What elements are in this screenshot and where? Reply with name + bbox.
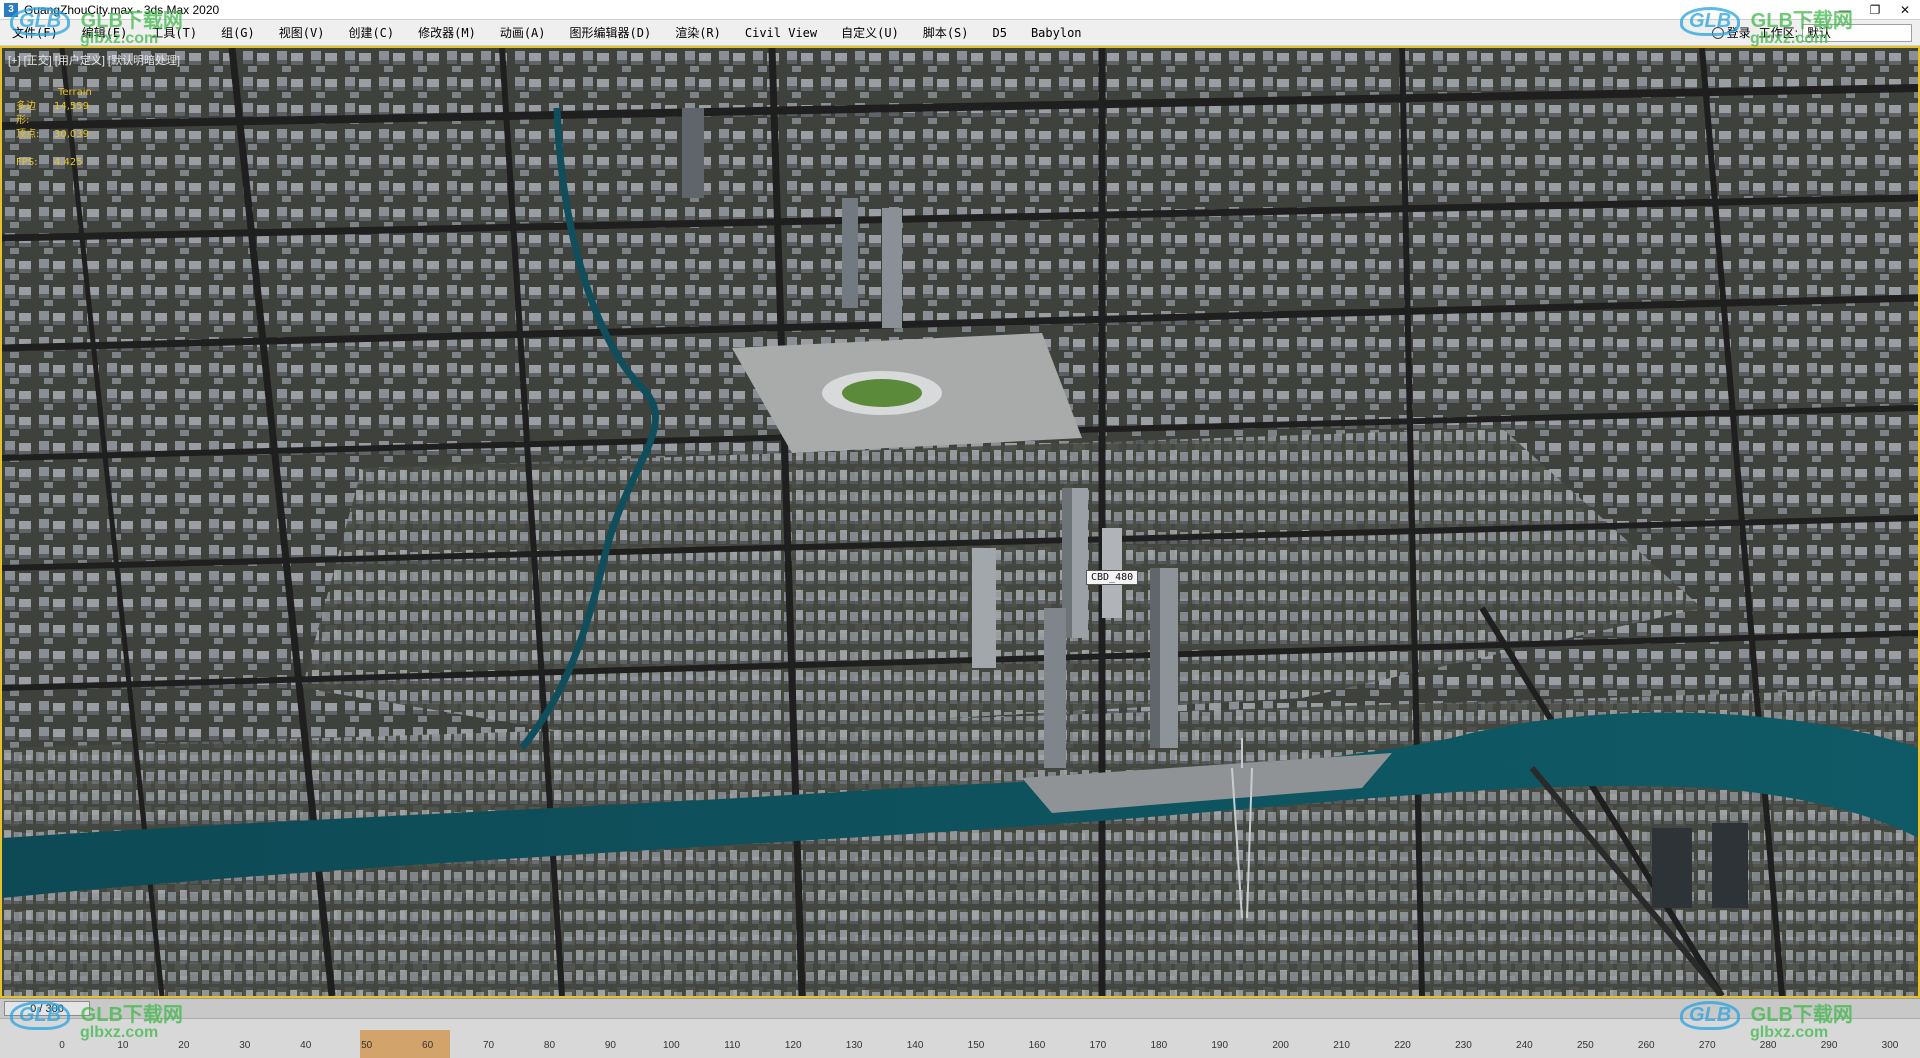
timeline-tick-label: 300 <box>1881 1040 1899 1051</box>
menu-customize[interactable]: 自定义(U) <box>829 24 911 41</box>
menu-group[interactable]: 组(G) <box>209 24 267 41</box>
timeline-tick-label: 270 <box>1698 1040 1716 1051</box>
title-bar: 3 GuangZhouCity.max - 3ds Max 2020 — ❐ ✕ <box>0 0 1920 20</box>
stats-vert-label: 顶点: <box>16 129 40 140</box>
menu-right-area: 登录 工作区: 默认 <box>1711 23 1920 42</box>
timeline-tick-label: 90 <box>604 1040 616 1051</box>
timeline-tick-label: 100 <box>662 1040 680 1051</box>
timeline-tick-label: 200 <box>1272 1040 1289 1051</box>
menu-animation[interactable]: 动画(A) <box>488 24 558 41</box>
window-title: GuangZhouCity.max - 3ds Max 2020 <box>24 2 220 17</box>
timeline-tick-label: 260 <box>1637 1040 1655 1051</box>
timeline-tick-label: 20 <box>178 1040 190 1051</box>
timeline-tick-label: 180 <box>1150 1040 1168 1051</box>
stats-object-name: Terrain <box>58 87 92 98</box>
viewport-statistics: Terrain 多边形: 14,559 顶点: 30,039 FPS: 4.42… <box>16 86 92 170</box>
menu-edit[interactable]: 编辑(E) <box>70 24 140 41</box>
timeline-tick-label: 290 <box>1820 1040 1838 1051</box>
timeline-tick-label: 220 <box>1394 1040 1411 1051</box>
timeline-tick-label: 280 <box>1759 1040 1777 1051</box>
menu-tools[interactable]: 工具(T) <box>139 24 209 41</box>
city-3d-scene[interactable] <box>2 48 1918 996</box>
timeline-tick-label: 140 <box>906 1040 924 1051</box>
user-icon <box>1711 26 1724 39</box>
menu-rendering[interactable]: 渲染(R) <box>663 24 733 41</box>
time-slider-bar: 0 / 300 <box>0 998 1920 1018</box>
timeline-tick-label: 210 <box>1333 1040 1350 1051</box>
timeline-tick-label: 120 <box>784 1040 802 1051</box>
timeline-tick-label: 190 <box>1211 1040 1229 1051</box>
stats-poly-row: 多边形: 14,559 <box>16 100 92 128</box>
window-controls: — ❐ ✕ <box>1830 0 1920 20</box>
timeline-tick-label: 230 <box>1455 1040 1472 1051</box>
stats-vert-row: 顶点: 30,039 <box>16 128 92 142</box>
timeline-tick-label: 170 <box>1089 1040 1107 1051</box>
workspace-label: 工作区: <box>1758 26 1798 40</box>
time-slider-handle[interactable]: 0 / 300 <box>4 1001 90 1016</box>
stats-fps-label: FPS: <box>16 157 38 168</box>
close-button[interactable]: ✕ <box>1890 0 1920 20</box>
track-bar-ticks: 0 10 20 30 40 50 60 70 80 90 100 110 120 130 140 150 160… <box>0 1018 1920 1058</box>
menu-scripting[interactable]: 脚本(S) <box>911 24 981 41</box>
timeline-tick-label: 70 <box>482 1040 495 1051</box>
timeline-tick-label: 60 <box>422 1040 434 1051</box>
timeline-tick-label: 30 <box>239 1040 251 1051</box>
stadium-plaza <box>732 333 1082 453</box>
menu-bar: 文件(F) 编辑(E) 工具(T) 组(G) 视图(V) 创建(C) 修改器(M… <box>0 20 1920 46</box>
stats-poly-value: 14,559 <box>54 101 89 112</box>
timeline-tick-label: 40 <box>300 1040 312 1051</box>
menu-civil-view[interactable]: Civil View <box>733 26 829 40</box>
menu-babylon[interactable]: Babylon <box>1019 26 1094 40</box>
timeline-tick-label: 50 <box>361 1040 373 1051</box>
timeline-tick-label: 10 <box>117 1040 129 1051</box>
timeline-tick-label: 240 <box>1516 1040 1533 1051</box>
stats-fps-value: 4.425 <box>54 157 83 168</box>
menu-views[interactable]: 视图(V) <box>267 24 337 41</box>
timeline-tick-label: 150 <box>967 1040 985 1051</box>
timeline-tick-label: 0 <box>59 1040 65 1051</box>
minimize-button[interactable]: — <box>1830 0 1860 20</box>
login-button[interactable]: 登录 <box>1711 24 1751 41</box>
timeline-tick-label: 130 <box>845 1040 863 1051</box>
login-label: 登录 <box>1726 26 1751 40</box>
object-label-cbd[interactable]: CBD_480 <box>1086 570 1139 585</box>
timeline-tick-label: 250 <box>1576 1040 1594 1051</box>
timeline-tick-label: 110 <box>724 1040 741 1051</box>
menu-create[interactable]: 创建(C) <box>336 24 406 41</box>
timeline-tick-label: 80 <box>543 1040 556 1051</box>
workspace-selector: 工作区: 默认 <box>1758 23 1912 42</box>
menu-modifiers[interactable]: 修改器(M) <box>406 24 488 41</box>
menu-d5[interactable]: D5 <box>981 26 1019 40</box>
stats-vert-value: 30,039 <box>54 129 89 140</box>
maximize-button[interactable]: ❐ <box>1860 0 1890 20</box>
menu-file[interactable]: 文件(F) <box>0 24 70 41</box>
workspace-dropdown[interactable]: 默认 <box>1802 23 1912 42</box>
menu-graph-editors[interactable]: 图形编辑器(D) <box>558 24 664 41</box>
stats-fps-row: FPS: 4.425 <box>16 156 92 170</box>
app-logo-icon: 3 <box>4 2 18 17</box>
viewport-label[interactable]: [+] [正交] [用户定义] [默认明暗处理] <box>8 52 180 68</box>
timeline-tick-label: 160 <box>1028 1040 1046 1051</box>
stats-poly-label: 多边形: <box>16 101 36 126</box>
perspective-viewport[interactable]: [+] [正交] [用户定义] [默认明暗处理] Terrain 多边形: 14… <box>0 46 1920 998</box>
